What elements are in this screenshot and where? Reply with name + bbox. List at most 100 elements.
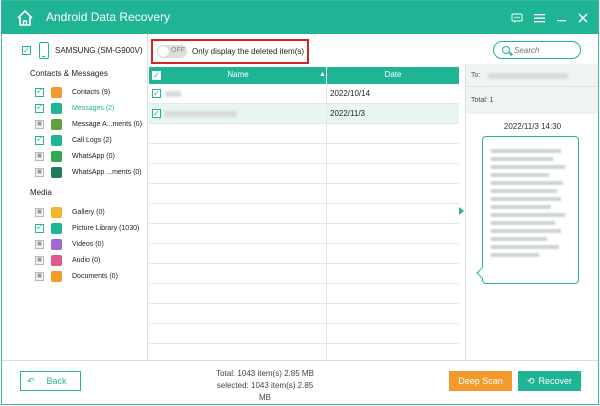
close-icon[interactable] — [576, 12, 590, 24]
picture-library-icon — [51, 222, 62, 234]
row-separator — [326, 304, 327, 324]
toggle-knob — [158, 46, 169, 57]
home-icon[interactable] — [16, 9, 34, 27]
column-date[interactable]: Date — [327, 70, 459, 79]
empty-row — [149, 184, 459, 204]
device-row[interactable]: ✓ SAMSUNG (SM-G900V) — [22, 42, 143, 59]
category-checkbox[interactable]: ■ — [35, 119, 44, 129]
menu-icon[interactable] — [532, 12, 546, 24]
category-whatsapp[interactable]: ■ WhatsApp (0) — [35, 150, 115, 162]
toggle-label: Only display the deleted item(s) — [192, 47, 305, 56]
message-preview-panel: To: Total: 1 2022/11/3 14:30 — [465, 64, 598, 360]
deep-scan-button[interactable]: Deep Scan — [449, 371, 512, 391]
category-label: WhatsApp (0) — [72, 152, 115, 160]
blurred-text — [491, 197, 561, 201]
category-checkbox[interactable]: ✓ — [35, 135, 44, 145]
category-checkbox[interactable]: ■ — [35, 255, 44, 265]
row-separator — [326, 124, 327, 144]
empty-row — [149, 244, 459, 264]
empty-row — [149, 264, 459, 284]
category-sidebar: ✓ SAMSUNG (SM-G900V) Contacts & Messages… — [2, 34, 148, 360]
blurred-name — [165, 91, 181, 97]
feedback-icon[interactable] — [510, 12, 524, 24]
row-checkbox[interactable]: ✓ — [152, 89, 161, 98]
blurred-text — [491, 213, 565, 217]
category-checkbox[interactable]: ✓ — [35, 223, 44, 233]
blurred-text — [491, 237, 547, 241]
whatsapp-icon — [51, 150, 62, 162]
category-videos[interactable]: ■ Videos (0) — [35, 238, 104, 250]
message-timestamp: 2022/11/3 14:30 — [503, 122, 562, 131]
deleted-only-toggle[interactable]: OFF — [157, 45, 187, 58]
blurred-text — [491, 229, 561, 233]
back-arrow-icon: ↶ — [27, 375, 35, 386]
recipient-row: To: — [466, 64, 598, 86]
sort-asc-icon[interactable]: ▲ — [319, 71, 326, 78]
category-checkbox[interactable]: ✓ — [35, 87, 44, 97]
footer-bar: ↶ Back Total: 1043 item(s) 2.85 MB selec… — [2, 360, 598, 404]
whatsapp-attachment-icon — [51, 166, 62, 178]
category-documents[interactable]: ■ Documents (0) — [35, 270, 118, 282]
videos-icon — [51, 238, 62, 250]
total-label: Total: 1 — [471, 97, 494, 104]
deep-scan-label: Deep Scan — [458, 376, 503, 386]
column-name[interactable]: Name — [149, 70, 327, 79]
contacts-icon — [51, 86, 62, 98]
row-separator — [326, 184, 327, 204]
category-attachment[interactable]: ■ Message A...ments (0) — [35, 118, 142, 130]
table-row[interactable]: ✓ 2022/10/14 — [149, 84, 459, 104]
category-audio[interactable]: ■ Audio (0) — [35, 254, 100, 266]
category-contacts[interactable]: ✓ Contacts (9) — [35, 86, 110, 98]
total-items: Total: 1043 item(s) 2.85 MB — [216, 369, 314, 378]
category-label: Documents (0) — [72, 272, 118, 280]
category-label: Gallery (0) — [72, 208, 105, 216]
search-icon — [502, 46, 510, 54]
category-gallery[interactable]: ■ Gallery (0) — [35, 206, 105, 218]
table-row[interactable]: ✓ 2022/11/3 — [149, 104, 459, 124]
back-button[interactable]: ↶ Back — [20, 371, 81, 391]
recover-label: Recover — [538, 376, 573, 386]
to-label: To: — [471, 72, 481, 79]
empty-row — [149, 284, 459, 304]
category-label: Messages (2) — [72, 104, 115, 112]
blurred-text — [491, 173, 549, 177]
search-input[interactable] — [514, 44, 576, 56]
recover-icon: ⟲ — [526, 375, 535, 386]
deleted-filter-highlight: OFF Only display the deleted item(s) — [151, 39, 309, 64]
total-row: Total: 1 — [466, 86, 598, 114]
message-bubble — [476, 136, 579, 284]
category-whatsapp-attachment[interactable]: ■ WhatsApp ...ments (0) — [35, 166, 142, 178]
category-checkbox[interactable]: ■ — [35, 271, 44, 281]
category-label: WhatsApp ...ments (0) — [72, 168, 142, 176]
category-picture-library[interactable]: ✓ Picture Library (1030) — [35, 222, 139, 234]
row-separator — [326, 244, 327, 264]
category-checkbox[interactable]: ✓ — [35, 103, 44, 113]
back-label: Back — [46, 376, 67, 386]
selection-summary: Total: 1043 item(s) 2.85 MB selected: 10… — [210, 368, 320, 404]
blurred-text — [491, 189, 557, 193]
category-messages[interactable]: ✓ Messages (2) — [35, 102, 114, 114]
toggle-state: OFF — [171, 47, 185, 54]
row-checkbox[interactable]: ✓ — [152, 109, 161, 118]
empty-row — [149, 224, 459, 244]
row-separator — [326, 284, 327, 304]
recover-button[interactable]: ⟲ Recover — [518, 371, 581, 391]
blurred-text — [491, 205, 551, 209]
blurred-text — [491, 181, 563, 185]
expand-preview-icon[interactable] — [459, 207, 464, 215]
row-separator — [326, 164, 327, 184]
item-list-panel: OFF Only display the deleted item(s) ✓ N… — [149, 34, 459, 364]
app-window: Android Data Recovery ✓ SAMSUNG (SM-G900… — [1, 0, 599, 405]
search-box[interactable] — [493, 41, 581, 59]
category-checkbox[interactable]: ■ — [35, 207, 44, 217]
title-bar: Android Data Recovery — [2, 1, 598, 34]
category-checkbox[interactable]: ■ — [35, 167, 44, 177]
category-checkbox[interactable]: ■ — [35, 151, 44, 161]
device-checkbox[interactable]: ✓ — [22, 46, 31, 55]
section-media: Media — [30, 188, 52, 197]
documents-icon — [51, 270, 62, 282]
minimize-icon[interactable] — [554, 12, 568, 24]
category-checkbox[interactable]: ■ — [35, 239, 44, 249]
category-call-log[interactable]: ✓ Call Logs (2) — [35, 134, 112, 146]
empty-row — [149, 144, 459, 164]
